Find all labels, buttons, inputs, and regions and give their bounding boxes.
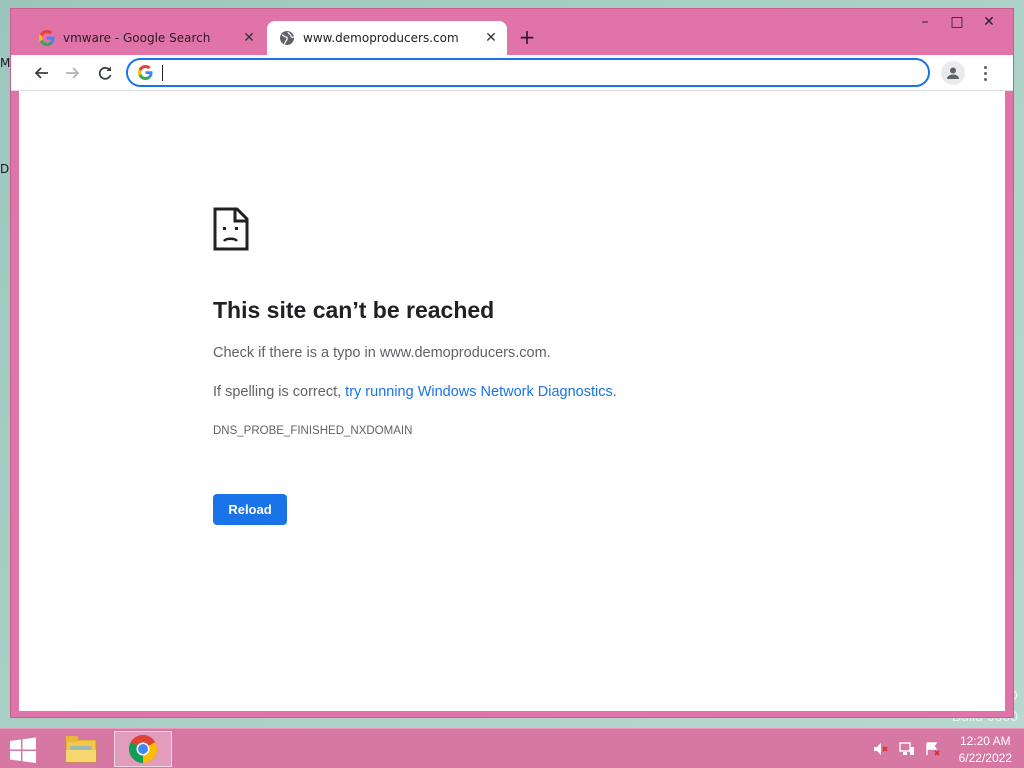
action-center-flag-icon[interactable] <box>924 741 942 757</box>
taskbar-file-explorer[interactable] <box>52 731 110 767</box>
refresh-icon <box>98 66 112 80</box>
address-input[interactable] <box>160 63 910 82</box>
tab-close-icon[interactable]: ✕ <box>241 30 257 46</box>
taskbar: 12:20 AM 6/22/2022 <box>0 728 1024 768</box>
new-tab-button[interactable]: + <box>517 27 537 47</box>
page-content: This site can’t be reached Check if ther… <box>19 91 1005 711</box>
volume-muted-icon[interactable] <box>872 741 890 757</box>
arrow-right-icon <box>66 67 80 79</box>
diagnostics-suffix: . <box>612 384 617 400</box>
error-code: DNS_PROBE_FINISHED_NXDOMAIN <box>213 425 413 437</box>
chrome-icon <box>129 735 157 763</box>
system-tray <box>872 741 942 757</box>
back-button[interactable] <box>29 61 53 85</box>
maximize-button[interactable]: □ <box>941 11 973 33</box>
system-clock[interactable]: 12:20 AM 6/22/2022 <box>959 733 1012 767</box>
globe-icon <box>280 31 295 45</box>
network-icon[interactable] <box>898 741 916 757</box>
windows-logo-icon <box>10 737 36 763</box>
forward-button[interactable] <box>61 61 85 85</box>
text-caret <box>162 65 163 81</box>
close-window-button[interactable]: ✕ <box>973 11 1005 33</box>
arrow-left-icon <box>34 67 48 79</box>
dot-icon <box>983 65 987 69</box>
dot-icon <box>983 71 987 75</box>
address-bar[interactable] <box>126 58 930 87</box>
tab-demoproducers[interactable]: www.demoproducers.com ✕ <box>267 21 507 55</box>
dot-icon <box>983 77 987 81</box>
browser-toolbar <box>11 55 1013 91</box>
minimize-button[interactable]: – <box>909 11 941 33</box>
clock-date: 6/22/2022 <box>958 751 1012 765</box>
profile-button[interactable] <box>941 61 965 85</box>
browser-window: vmware - Google Search ✕ www.demoproduce… <box>10 8 1014 718</box>
reload-button[interactable]: Reload <box>213 494 287 525</box>
window-controls: – □ ✕ <box>909 11 1005 33</box>
tab-title: vmware - Google Search <box>63 31 211 45</box>
tab-close-icon[interactable]: ✕ <box>483 30 499 46</box>
desktop-icon-label-fragment: D <box>0 162 10 176</box>
error-message-typo: Check if there is a typo in www.demoprod… <box>213 345 551 361</box>
error-message-diagnostics: If spelling is correct, try running Wind… <box>213 384 617 400</box>
error-title: This site can’t be reached <box>213 297 495 323</box>
google-g-icon <box>39 30 55 46</box>
tab-title: www.demoproducers.com <box>303 31 459 45</box>
start-button[interactable] <box>8 737 38 763</box>
desktop-icon-label-fragment: M <box>0 56 11 70</box>
network-diagnostics-link[interactable]: try running Windows Network Diagnostics <box>345 384 613 400</box>
clock-time: 12:20 AM <box>959 734 1011 748</box>
taskbar-chrome[interactable] <box>114 731 172 767</box>
browser-menu-button[interactable] <box>975 61 995 85</box>
folder-icon <box>65 736 97 763</box>
diagnostics-prefix: If spelling is correct, <box>213 384 346 400</box>
reload-toolbar-button[interactable] <box>93 61 117 85</box>
person-icon <box>947 67 959 79</box>
google-g-icon <box>138 65 153 80</box>
tab-strip: vmware - Google Search ✕ www.demoproduce… <box>11 9 1013 55</box>
tab-google-search[interactable]: vmware - Google Search ✕ <box>27 21 265 55</box>
sad-page-icon <box>213 207 249 251</box>
